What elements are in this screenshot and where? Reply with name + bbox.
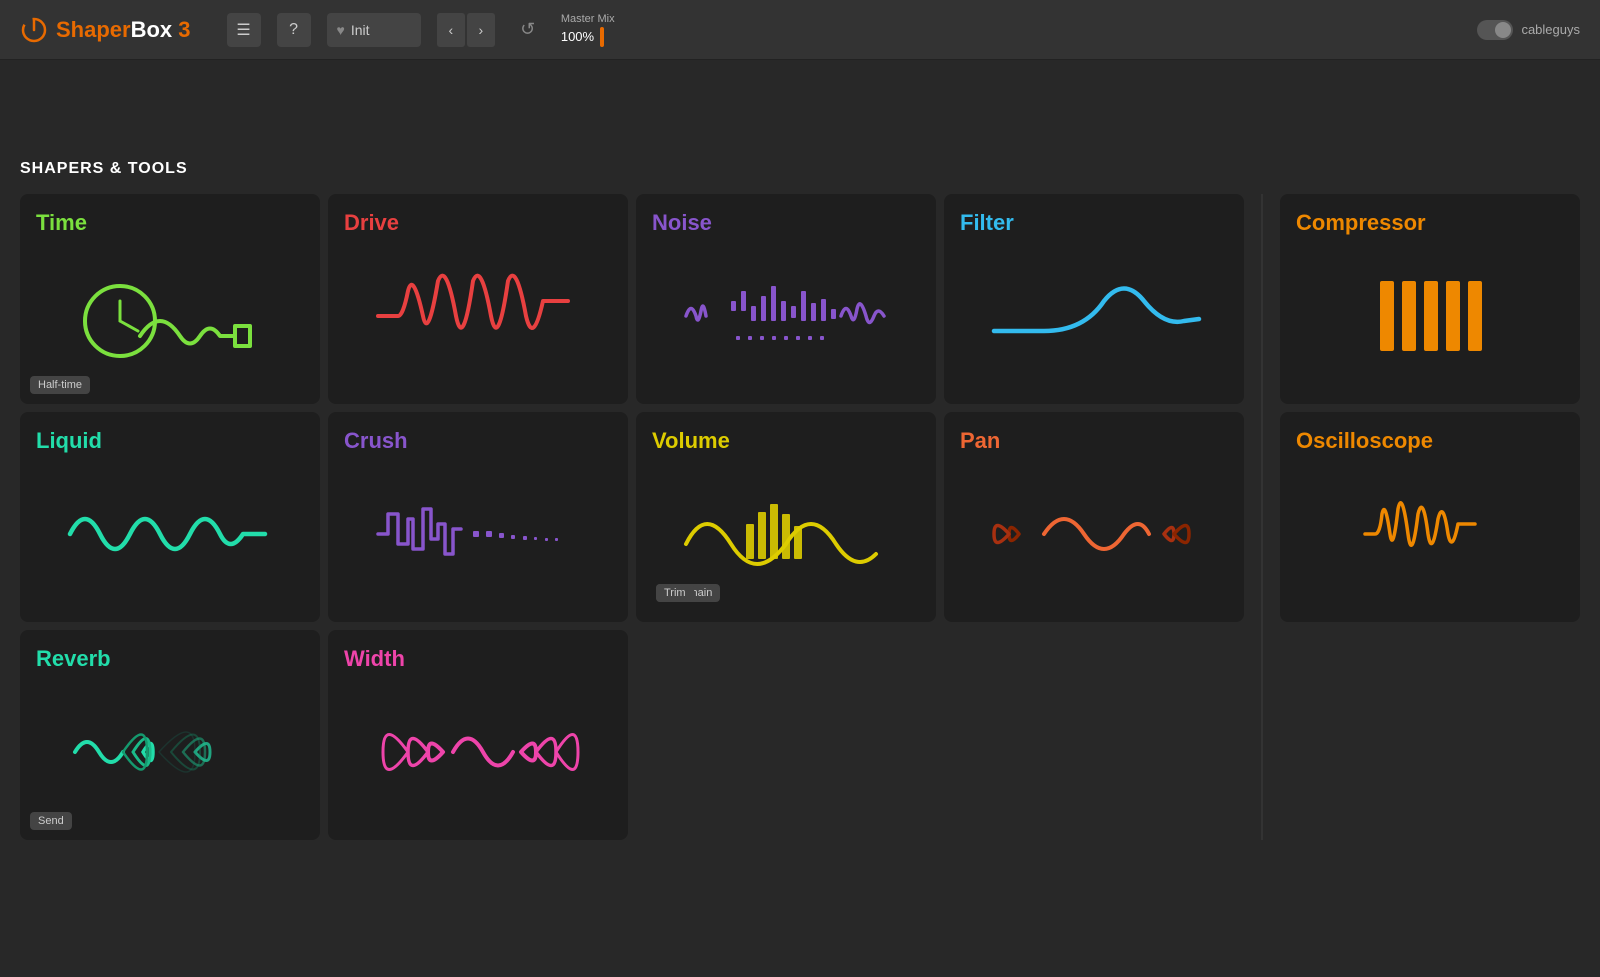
section-title: SHAPERS & TOOLS	[20, 160, 1580, 178]
tools-grid: Time Half-time Drive	[20, 194, 1580, 951]
tool-title-pan: Pan	[960, 428, 1228, 454]
power-icon	[20, 16, 48, 44]
logo-area: ShaperBox 3	[20, 16, 191, 44]
master-mix-label: Master Mix	[561, 13, 615, 25]
toggle-switch[interactable]	[1477, 20, 1513, 40]
tool-card-reverb[interactable]: Reverb Send	[20, 630, 320, 840]
tool-title-drive: Drive	[344, 210, 612, 236]
menu-button[interactable]: ☰	[227, 13, 261, 47]
tool-title-compressor: Compressor	[1296, 210, 1564, 236]
tool-title-volume: Volume	[652, 428, 920, 454]
tool-icon-liquid	[36, 462, 304, 606]
tool-card-time[interactable]: Time Half-time	[20, 194, 320, 404]
badge-trim: Trim	[656, 584, 694, 602]
favorite-icon: ♥	[337, 22, 345, 38]
tool-icon-pan	[960, 462, 1228, 606]
tool-title-width: Width	[344, 646, 612, 672]
tool-icon-time	[36, 244, 304, 388]
empty-bottom	[636, 630, 1244, 840]
sub-header	[0, 60, 1600, 140]
master-mix: Master Mix 100%	[561, 13, 615, 47]
tool-card-width[interactable]: Width	[328, 630, 628, 840]
tool-title-time: Time	[36, 210, 304, 236]
tool-icon-noise	[652, 244, 920, 388]
mix-bar	[600, 27, 604, 47]
tool-title-reverb: Reverb	[36, 646, 304, 672]
tool-card-liquid[interactable]: Liquid	[20, 412, 320, 622]
tool-card-compressor[interactable]: Compressor	[1280, 194, 1580, 404]
tool-icon-crush	[344, 462, 612, 606]
tool-title-crush: Crush	[344, 428, 612, 454]
preset-area: ♥ Init	[327, 13, 421, 47]
tool-card-drive[interactable]: Drive	[328, 194, 628, 404]
help-icon: ?	[289, 21, 298, 39]
menu-icon: ☰	[236, 20, 250, 40]
tool-card-volume[interactable]: Volume Sidechain Trim	[636, 412, 936, 622]
cableguys-logo: cableguys	[1477, 20, 1580, 40]
column-divider	[1261, 194, 1263, 840]
nav-arrows: ‹ ›	[437, 13, 495, 47]
tool-title-noise: Noise	[652, 210, 920, 236]
tool-title-filter: Filter	[960, 210, 1228, 236]
tool-title-oscilloscope: Oscilloscope	[1296, 428, 1564, 454]
tool-card-pan[interactable]: Pan	[944, 412, 1244, 622]
prev-preset-button[interactable]: ‹	[437, 13, 465, 47]
tool-icon-filter	[960, 244, 1228, 388]
tool-icon-oscilloscope	[1296, 462, 1564, 606]
tool-title-liquid: Liquid	[36, 428, 304, 454]
toggle-knob	[1495, 22, 1511, 38]
main-content: SHAPERS & TOOLS Time Half-time Drive	[0, 140, 1600, 977]
preset-name: Init	[351, 22, 411, 38]
tool-card-filter[interactable]: Filter	[944, 194, 1244, 404]
help-button[interactable]: ?	[277, 13, 311, 47]
tool-card-noise[interactable]: Noise	[636, 194, 936, 404]
cableguys-label: cableguys	[1521, 22, 1580, 37]
tool-icon-reverb	[36, 680, 304, 824]
refresh-icon: ↺	[520, 19, 535, 40]
header: ShaperBox 3 ☰ ? ♥ Init ‹ › ↺ Master Mix …	[0, 0, 1600, 60]
next-preset-button[interactable]: ›	[467, 13, 495, 47]
app-name: ShaperBox 3	[56, 17, 191, 43]
master-mix-value: 100%	[561, 27, 615, 47]
tool-badge-time: Half-time	[30, 376, 90, 394]
tool-badge-reverb: Send	[30, 812, 72, 830]
tool-icon-drive	[344, 244, 612, 388]
right-column: Compressor Oscilloscope	[1280, 194, 1580, 622]
tool-card-oscilloscope[interactable]: Oscilloscope	[1280, 412, 1580, 622]
refresh-button[interactable]: ↺	[511, 13, 545, 47]
tool-icon-width	[344, 680, 612, 824]
tool-card-crush[interactable]: Crush	[328, 412, 628, 622]
tool-icon-compressor	[1296, 244, 1564, 388]
